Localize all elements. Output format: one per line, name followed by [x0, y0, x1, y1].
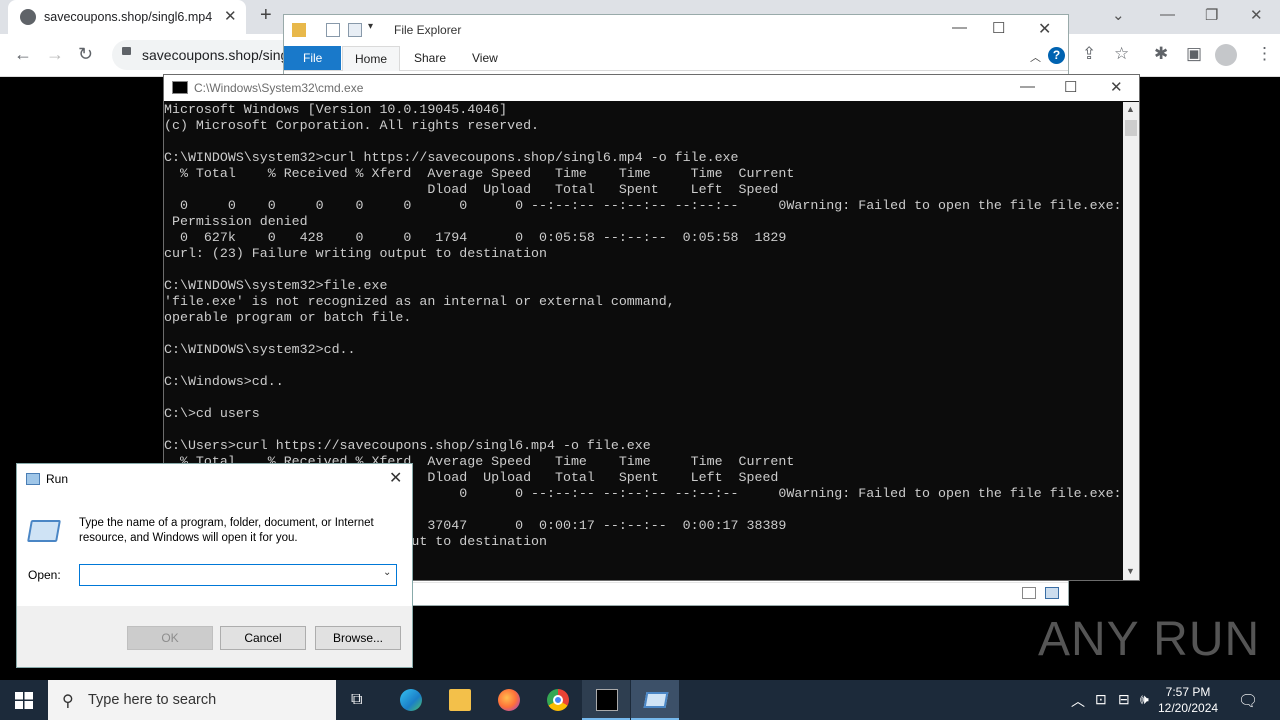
taskbar: ⚲ Type here to search ⧉ ︿ ⊡ ⊟ 🕪 7:57 PM … — [0, 680, 1280, 720]
task-view-button[interactable]: ⧉ — [337, 680, 385, 720]
profile-avatar-icon[interactable] — [1215, 44, 1237, 66]
cmd-titlebar[interactable]: C:\Windows\System32\cmd.exe — ☐ ✕ — [164, 75, 1139, 101]
cancel-button[interactable]: Cancel — [220, 626, 306, 650]
fe-maximize-button[interactable]: ☐ — [992, 19, 1005, 37]
share-icon[interactable]: ⇪ — [1082, 44, 1096, 64]
globe-icon — [20, 9, 36, 25]
windows-logo-icon — [15, 692, 33, 709]
tab-share[interactable]: Share — [402, 46, 458, 70]
browse-button[interactable]: Browse... — [315, 626, 401, 650]
chrome-icon — [547, 689, 569, 711]
tab-home[interactable]: Home — [342, 46, 401, 71]
tab-file[interactable]: File — [284, 46, 342, 70]
help-icon[interactable]: ? — [1048, 47, 1065, 64]
taskbar-search[interactable]: ⚲ Type here to search — [48, 680, 336, 720]
network-icon[interactable]: ⊟ — [1118, 691, 1130, 708]
run-description: Type the name of a program, folder, docu… — [79, 517, 374, 544]
open-label: Open: — [28, 568, 61, 582]
cmd-title: C:\Windows\System32\cmd.exe — [194, 81, 364, 95]
browser-tab[interactable]: savecoupons.shop/singl6.mp4 ✕ — [8, 0, 246, 34]
chrome-button[interactable] — [533, 680, 581, 720]
browser-tab-title: savecoupons.shop/singl6.mp4 — [44, 10, 213, 24]
large-icons-view-icon[interactable] — [1045, 587, 1059, 599]
new-tab-button[interactable]: + — [260, 4, 272, 27]
task-view-icon: ⧉ — [351, 691, 363, 708]
run-taskbar-button[interactable] — [631, 680, 679, 720]
terminal-icon — [172, 81, 188, 94]
edge-icon — [400, 689, 422, 711]
chevron-down-icon[interactable]: ⌄ — [383, 567, 391, 578]
scroll-down-icon[interactable]: ▼ — [1126, 566, 1135, 576]
firefox-button[interactable] — [484, 680, 532, 720]
menu-icon[interactable]: ⋮ — [1256, 44, 1273, 64]
clock-date: 12/20/2024 — [1158, 701, 1219, 715]
cmd-scrollbar[interactable]: ▲ ▼ — [1123, 102, 1139, 580]
run-close-button[interactable]: ✕ — [389, 468, 402, 488]
close-window-button[interactable]: ✕ — [1250, 6, 1263, 24]
new-folder-icon[interactable] — [348, 23, 362, 37]
reload-icon[interactable]: ↻ — [78, 44, 93, 65]
folder-icon — [292, 23, 306, 37]
volume-icon[interactable]: 🕪 — [1140, 691, 1149, 708]
close-tab-icon[interactable]: ✕ — [224, 7, 237, 25]
firefox-icon — [498, 689, 520, 711]
chevron-down-icon[interactable]: ⌄ — [1112, 6, 1125, 24]
bookmark-star-icon[interactable]: ☆ — [1114, 44, 1129, 64]
file-explorer-button[interactable] — [435, 680, 483, 720]
lock-icon — [122, 47, 131, 55]
forward-icon[interactable]: → — [46, 44, 64, 65]
run-program-icon — [27, 520, 61, 542]
cmd-minimize-button[interactable]: — — [1020, 78, 1035, 95]
ribbon-collapse-icon[interactable]: ︿ — [1030, 49, 1041, 65]
minimize-button[interactable]: — — [1160, 6, 1175, 23]
device-icon[interactable]: ⊡ — [1095, 691, 1107, 708]
properties-icon[interactable] — [326, 23, 340, 37]
qat-dropdown-icon[interactable]: ▾ — [368, 21, 373, 32]
tab-view[interactable]: View — [460, 46, 510, 70]
restore-button[interactable]: ❐ — [1205, 6, 1218, 24]
run-dialog-title: Run — [46, 472, 69, 486]
sidepanel-icon[interactable]: ▣ — [1186, 44, 1202, 64]
extensions-icon[interactable]: ✱ — [1154, 44, 1168, 64]
edge-button[interactable] — [386, 680, 434, 720]
run-icon — [643, 692, 669, 708]
address-url[interactable]: savecoupons.shop/singl — [142, 47, 291, 63]
anyrun-watermark: ANY RUN — [1038, 613, 1261, 666]
details-view-icon[interactable] — [1022, 587, 1036, 599]
back-icon[interactable]: ← — [14, 44, 32, 65]
ok-button[interactable]: OK — [127, 626, 213, 650]
cmd-taskbar-button[interactable] — [582, 680, 630, 720]
ribbon-tabs: File Home Share View ︿ — [284, 46, 1068, 71]
scroll-up-icon[interactable]: ▲ — [1126, 104, 1135, 114]
run-dialog: Run ✕ Type the name of a program, folder… — [16, 463, 413, 668]
chevron-up-icon[interactable]: ︿ — [1071, 691, 1085, 711]
notifications-icon[interactable]: 🗨 — [1238, 691, 1258, 711]
search-placeholder: Type here to search — [88, 692, 217, 708]
scroll-thumb[interactable] — [1125, 120, 1137, 136]
file-explorer-title: File Explorer — [394, 23, 462, 37]
clock[interactable]: 7:57 PM 12/20/2024 — [1158, 684, 1218, 716]
cmd-maximize-button[interactable]: ☐ — [1064, 78, 1077, 96]
terminal-icon — [596, 689, 618, 711]
start-button[interactable] — [0, 680, 48, 720]
cmd-close-button[interactable]: ✕ — [1110, 78, 1123, 96]
search-icon: ⚲ — [62, 693, 74, 710]
folder-icon — [449, 689, 471, 711]
open-input[interactable] — [79, 564, 397, 586]
clock-time: 7:57 PM — [1165, 685, 1211, 699]
fe-minimize-button[interactable]: — — [952, 19, 967, 36]
fe-close-button[interactable]: ✕ — [1038, 19, 1051, 39]
run-icon — [26, 473, 40, 485]
